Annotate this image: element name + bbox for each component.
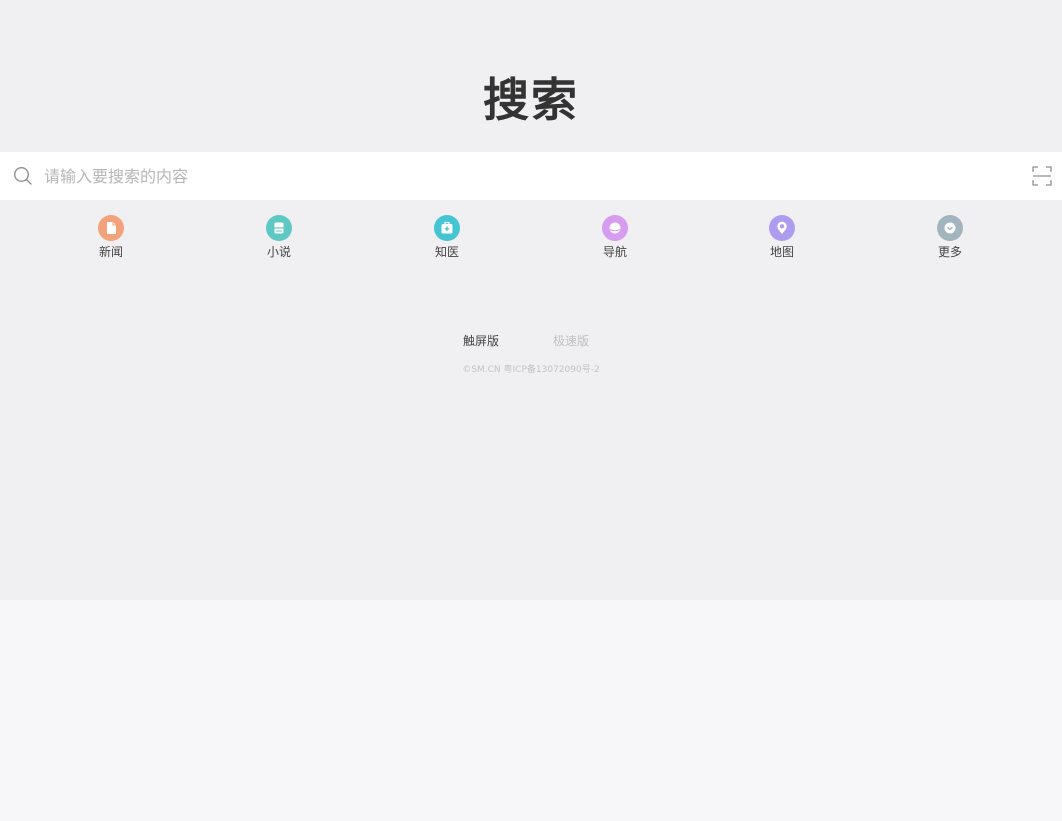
copyright-text: ©SM.CN 粤ICP备13072090号-2 — [462, 365, 600, 375]
nav-item-medical[interactable]: 知医 — [407, 215, 487, 260]
nav-label-map: 地图 — [769, 245, 794, 259]
search-input[interactable] — [44, 152, 1004, 200]
page: 搜索 新闻 小说 知医 — [0, 0, 1062, 821]
nav-label-more: 更多 — [937, 245, 962, 259]
lite-version-link[interactable]: 极速版 — [553, 333, 589, 349]
nav-label-medical: 知医 — [434, 245, 459, 259]
nav-item-map[interactable]: 地图 — [742, 215, 822, 260]
nav-label-novel: 小说 — [266, 245, 291, 259]
book-icon — [266, 215, 292, 241]
more-icon — [937, 215, 963, 241]
search-icon — [13, 166, 32, 185]
nav-item-navigation[interactable]: 导航 — [575, 215, 655, 260]
nav-item-more[interactable]: 更多 — [910, 215, 990, 260]
medical-kit-icon — [434, 215, 460, 241]
nav-item-novel[interactable]: 小说 — [239, 215, 319, 260]
site-logo: 搜索 — [483, 73, 579, 127]
touch-version-link[interactable]: 触屏版 — [463, 333, 499, 349]
scan-icon[interactable] — [1032, 166, 1052, 186]
search-bar[interactable] — [0, 152, 1062, 200]
nav-label-navigation: 导航 — [602, 245, 627, 259]
quick-nav: 新闻 小说 知医 导航 地图 更多 — [0, 215, 1062, 265]
nav-item-news[interactable]: 新闻 — [71, 215, 151, 260]
nav-label-news: 新闻 — [98, 245, 123, 259]
compass-icon — [602, 215, 628, 241]
map-pin-icon — [769, 215, 795, 241]
news-icon — [98, 215, 124, 241]
